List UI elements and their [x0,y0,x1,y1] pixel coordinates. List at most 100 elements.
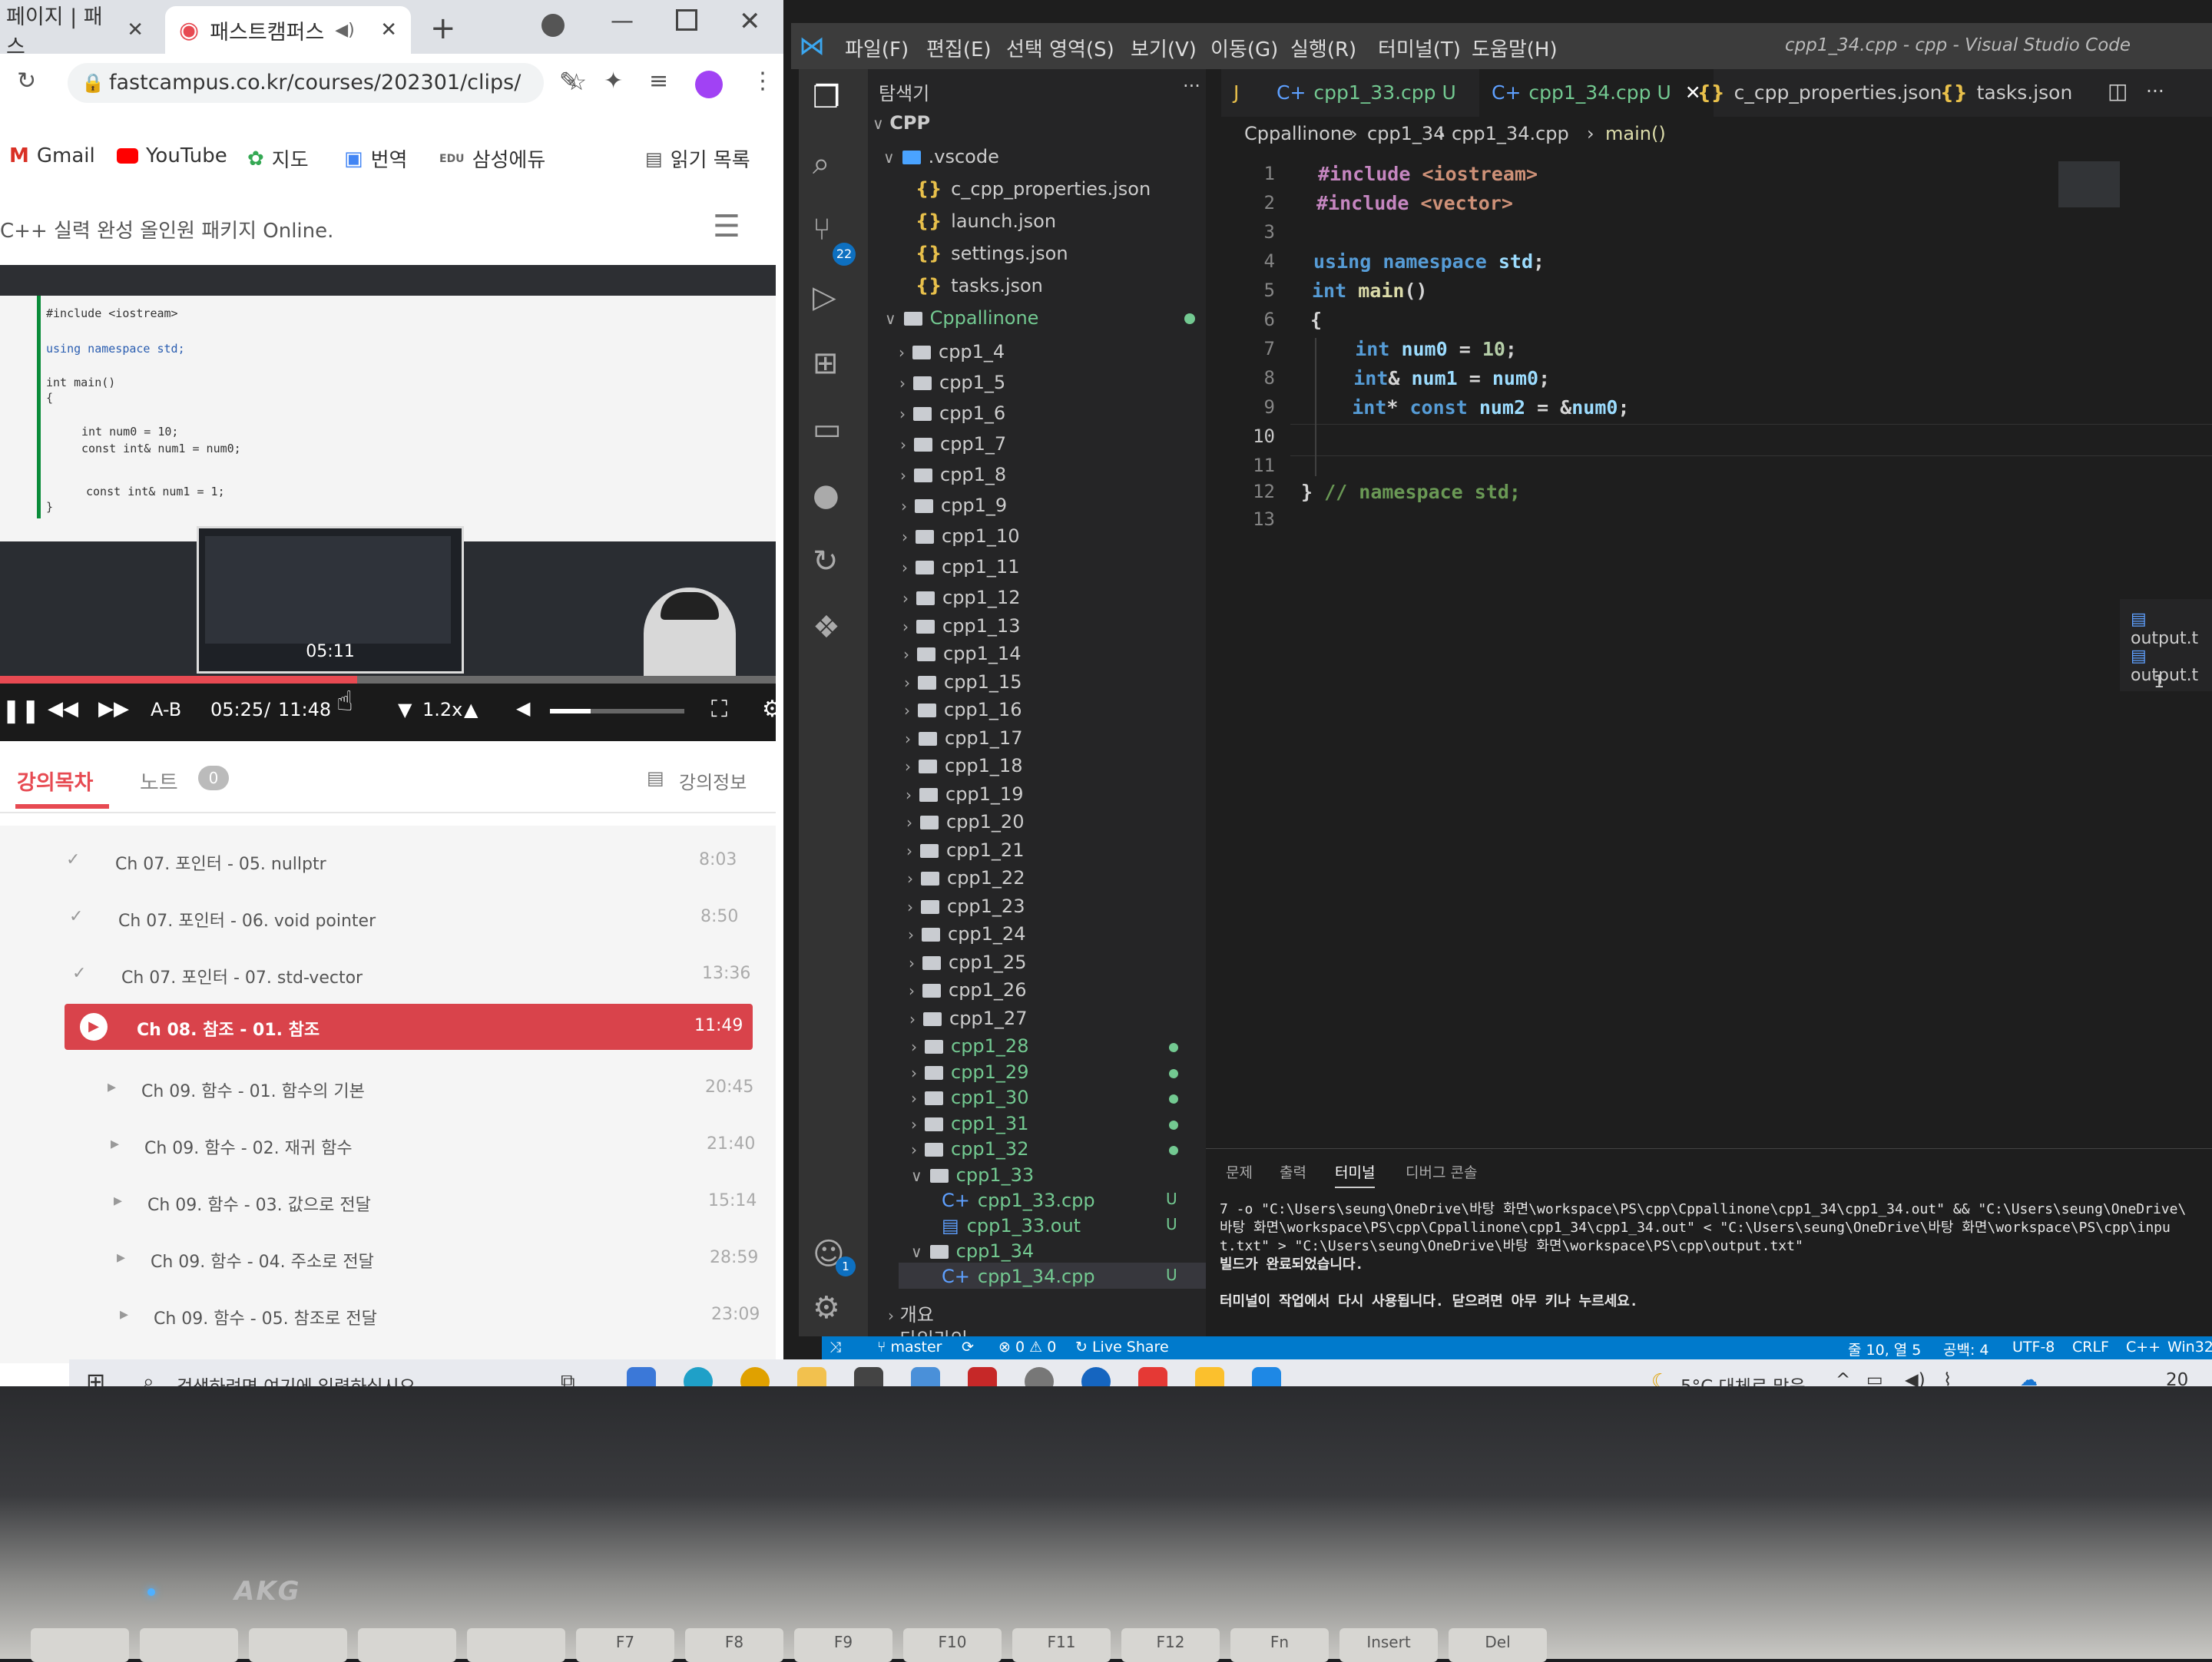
close-icon[interactable]: ✕ [127,18,144,41]
volume-icon[interactable]: ◀ [516,697,530,719]
editor-tab[interactable]: J [1221,69,1251,117]
tab-toc[interactable]: 강의목차 [17,766,93,796]
folder-item[interactable]: › cpp1_8 [900,464,1006,485]
folder-item[interactable]: › cpp1_16 [904,699,1022,720]
code-line[interactable]: { [1310,309,1322,331]
menu-item[interactable]: 보기(V) [1131,34,1197,62]
code-line[interactable]: #include <vector> [1316,192,1513,214]
panel-tab[interactable]: 터미널 [1335,1161,1376,1188]
bookmark-samsung-edu[interactable]: EDU 삼성에듀 [439,144,545,173]
lecture-row[interactable]: ▶ Ch 08. 참조 - 01. 참조 11:49 [65,1004,753,1050]
profile-avatar[interactable] [695,71,723,98]
project-folder[interactable]: ∨ Cppallinone [885,307,1038,329]
code-line[interactable]: int num0 = 10; [1309,338,1517,360]
json-file[interactable]: {} settings.json [916,243,1068,264]
folder-item[interactable]: › cpp1_27 [909,1008,1027,1029]
media-queue-icon[interactable]: ≡ [649,68,668,94]
menu-item[interactable]: 터미널(T) [1378,34,1461,62]
folder-item[interactable]: › cpp1_7 [900,433,1006,455]
new-tab-button[interactable]: + [430,11,456,46]
tab-info[interactable]: 강의정보 [679,767,747,794]
line-ending[interactable]: CRLF [2072,1339,2109,1356]
menu-item[interactable]: 파일(F) [845,34,909,62]
bookmark-maps[interactable]: ✿ 지도 [247,144,309,173]
lecture-row[interactable]: ▸ Ch 09. 함수 - 01. 함수의 기본 20:45 [0,1061,776,1114]
minimize-icon[interactable]: — [611,8,634,35]
breadcrumb-item[interactable]: Cppallinone [1244,123,1353,144]
info-icon[interactable]: ▤ [647,767,664,789]
out-file[interactable]: ▤ cpp1_33.out [942,1215,1081,1237]
code-line[interactable]: int* const num2 = &num0; [1306,396,1629,419]
code-line[interactable]: int main() [1312,280,1428,302]
json-file[interactable]: {} launch.json [916,210,1056,232]
folder-item-open[interactable]: ∨ cpp1_34 [911,1240,1034,1262]
folder-item[interactable]: › cpp1_20 [906,811,1024,833]
code-line[interactable]: } // namespace std; [1301,481,1521,503]
explorer-more-button[interactable]: ··· [1183,75,1200,97]
close-window-icon[interactable]: ✕ [739,6,761,37]
bookmark-youtube[interactable]: YouTube [117,144,227,167]
branch-status[interactable]: ⑂ master [877,1339,942,1356]
panel-tab[interactable]: 문제 [1226,1161,1253,1182]
chrome-tab-2[interactable]: ◉ 패스트캠퍼스 ◀) ✕ [165,6,411,54]
speed-down-icon[interactable]: ▼ [398,699,412,720]
editor-tab[interactable]: {} tasks.json [1928,69,2085,117]
video-player[interactable]: #include <iostream> using namespace std;… [0,265,776,741]
folder-item[interactable]: › cpp1_21 [906,839,1024,861]
code-line[interactable]: #include <iostream> [1318,163,1538,185]
fast-forward-icon[interactable]: ▶▶ [98,697,129,720]
bookmark-gmail[interactable]: M Gmail [9,144,95,167]
code-editor[interactable] [1221,154,2212,1144]
lecture-row[interactable]: ▸ Ch 09. 함수 - 05. 참조로 전달 23:09 [0,1288,776,1342]
python-icon[interactable]: ❖ [813,610,840,645]
code-line[interactable]: int& num1 = num0; [1307,367,1550,389]
maximize-icon[interactable] [676,9,697,31]
folder-item[interactable]: › cpp1_15 [904,671,1022,693]
encoding[interactable]: UTF-8 [2012,1339,2055,1356]
code-line[interactable]: using namespace std; [1313,250,1545,273]
folder-item-open[interactable]: ∨ cpp1_33 [911,1164,1034,1186]
folder-item[interactable]: › cpp1_19 [906,783,1023,805]
cursor-position[interactable]: 줄 10, 열 5 [1848,1339,1921,1359]
folder-item-modified[interactable]: › cpp1_28 [911,1035,1028,1057]
cpp-file[interactable]: C+ cpp1_33.cpp [942,1190,1095,1211]
folder-item[interactable]: › cpp1_13 [902,615,1020,637]
output-file-1[interactable]: ▤ output.t [2131,610,2212,648]
vscode-folder[interactable]: ∨ .vscode [883,146,999,167]
settings-gear-icon[interactable]: ⚙ [762,696,776,723]
folder-item[interactable]: › cpp1_10 [902,525,1019,547]
tab-notes[interactable]: 노트 [140,766,178,796]
folder-item[interactable]: › cpp1_25 [909,952,1026,973]
lecture-row[interactable]: ✓ Ch 07. 포인터 - 06. void pointer 8:50 [0,890,776,944]
lecture-row[interactable]: ✓ Ch 07. 포인터 - 07. std-vector 13:36 [0,947,776,1001]
folder-item[interactable]: › cpp1_18 [905,755,1022,776]
source-control-icon[interactable]: ⑂ [813,212,831,247]
folder-item-modified[interactable]: › cpp1_32 [911,1138,1028,1160]
remote-icon[interactable]: ⤨ [830,1339,841,1356]
live-share-status[interactable]: ↻ Live Share [1075,1339,1169,1356]
rewind-icon[interactable]: ◀◀ [48,697,78,720]
manage-gear-icon[interactable]: ⚙ [813,1290,840,1326]
media-icon[interactable] [541,14,565,37]
reload-icon[interactable]: ↻ [17,68,36,94]
problems-status[interactable]: ⊗ 0 ⚠ 0 [998,1339,1056,1356]
remote-explorer-icon[interactable]: ▭ [813,412,842,447]
cpp-file-selected[interactable]: C+ cpp1_34.cpp [942,1266,1095,1287]
minimap[interactable] [2058,161,2120,207]
folder-item[interactable]: › cpp1_23 [907,896,1025,917]
language-mode[interactable]: C++ [2126,1339,2161,1356]
menu-item[interactable]: 선택 영역(S) [1006,34,1114,62]
menu-item[interactable]: 이동(G) [1210,34,1278,62]
platform[interactable]: Win32 [2167,1339,2212,1356]
folder-item[interactable]: › cpp1_5 [899,372,1005,393]
speed-up-icon[interactable]: ▲ [464,699,478,720]
github-icon[interactable]: ● [813,478,839,513]
sync-icon[interactable]: ⟳ [962,1339,974,1356]
lecture-row[interactable]: ▸ Ch 09. 함수 - 04. 주소로 전달 28:59 [0,1231,776,1285]
menu-item[interactable]: 편집(E) [926,34,992,62]
folder-item[interactable]: › cpp1_26 [909,979,1026,1001]
folder-item[interactable]: › cpp1_11 [902,556,1019,578]
folder-item[interactable]: › cpp1_4 [899,341,1005,363]
editor-tab[interactable]: C+ cpp1_33.cpp U [1264,69,1469,117]
run-debug-icon[interactable]: ▷ [813,280,836,315]
